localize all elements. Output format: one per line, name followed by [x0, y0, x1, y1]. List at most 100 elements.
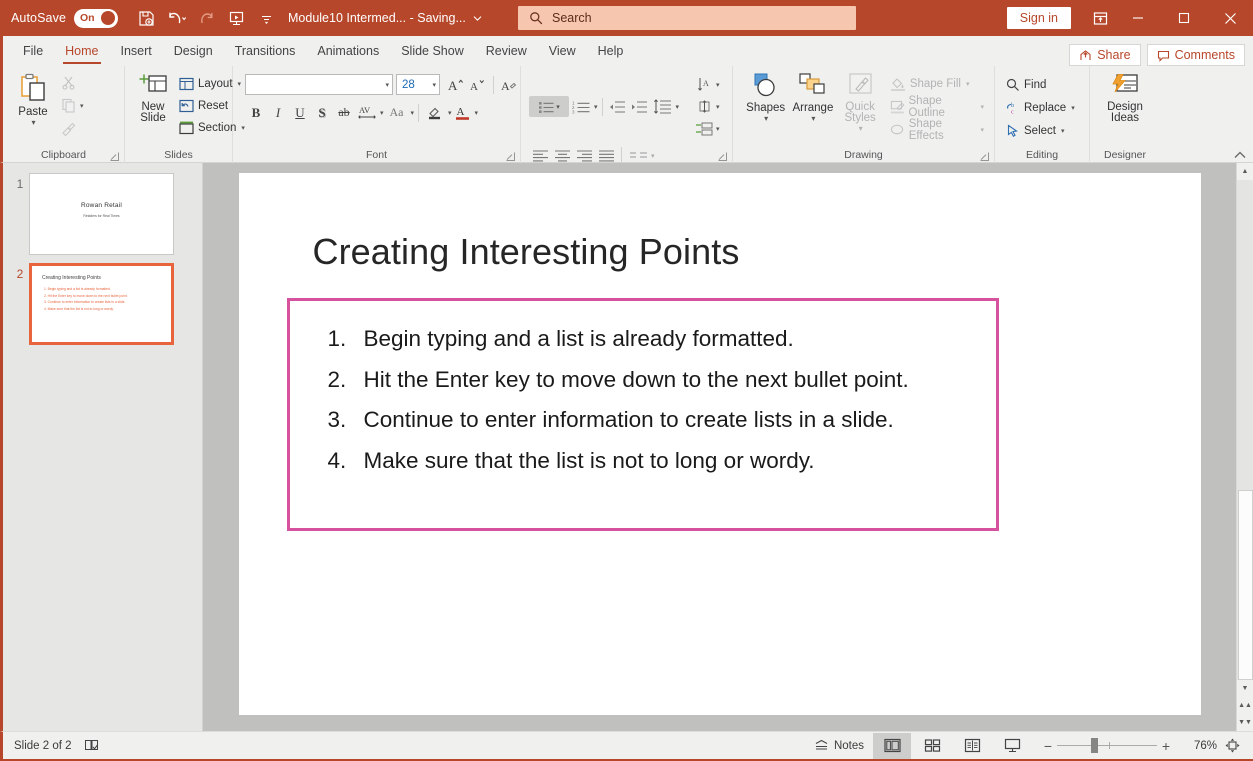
tab-animations[interactable]: Animations	[306, 36, 390, 66]
close-button[interactable]	[1207, 0, 1253, 36]
share-button[interactable]: Share	[1069, 44, 1141, 66]
zoom-slider[interactable]: − +	[1039, 738, 1175, 754]
scrollbar-track[interactable]	[1236, 180, 1253, 680]
paste-dropdown-caret[interactable]: ▾	[31, 118, 35, 127]
increase-indent-button[interactable]	[629, 96, 651, 117]
new-slide-button[interactable]: New Slide	[131, 70, 175, 126]
vertical-scrollbar[interactable]: ▲ ▼ ▲▲ ▼▼	[1236, 163, 1253, 731]
zoom-out-button[interactable]: −	[1039, 738, 1057, 754]
cut-button[interactable]	[57, 72, 79, 93]
shape-effects-button[interactable]: Shape Effects ▾	[886, 118, 988, 142]
slide-thumbnail-2[interactable]: Creating Interesting Points 1. Begin typ…	[29, 263, 174, 345]
underline-button[interactable]: U	[289, 102, 311, 123]
slide-thumbnail-1[interactable]: Rowan Retail Retailers for Real Times	[29, 173, 174, 255]
ribbon-display-options-icon[interactable]	[1085, 3, 1115, 33]
change-case-button[interactable]: Aa ▾	[384, 102, 415, 123]
thumbnail-row-1[interactable]: 1 Rowan Retail Retailers for Real Times	[3, 173, 202, 263]
format-painter-button[interactable]	[57, 118, 79, 139]
font-name-input[interactable]: ▾	[245, 74, 393, 95]
slide-show-view-button[interactable]	[993, 733, 1031, 759]
copy-dropdown-caret[interactable]: ▾	[80, 102, 84, 110]
bullets-button[interactable]: ▾	[529, 96, 569, 117]
design-ideas-button[interactable]: Design Ideas	[1097, 70, 1153, 126]
bold-button[interactable]: B	[245, 102, 267, 123]
start-presentation-icon[interactable]	[222, 5, 250, 31]
zoom-percentage[interactable]: 76%	[1183, 740, 1217, 752]
drawing-dialog-launcher[interactable]	[979, 151, 990, 162]
shape-fill-button[interactable]: Shape Fill ▾	[886, 73, 988, 94]
select-button[interactable]: Select ▾	[1002, 120, 1079, 141]
autosave-toggle[interactable]: On	[74, 8, 119, 28]
text-highlight-color-button[interactable]: ▾	[423, 102, 452, 123]
shape-outline-button[interactable]: Shape Outline ▾	[886, 95, 988, 119]
next-slide-button[interactable]: ▼▼	[1236, 714, 1253, 731]
list-item[interactable]: 3. Continue to enter information to crea…	[328, 408, 996, 432]
tab-insert[interactable]: Insert	[110, 36, 163, 66]
text-direction-button[interactable]: A ▾	[693, 74, 720, 95]
decrease-font-size-button[interactable]: A	[467, 74, 489, 95]
font-size-caret[interactable]: ▾	[432, 81, 436, 89]
redo-icon[interactable]	[192, 5, 220, 31]
shapes-button[interactable]: Shapes ▾	[743, 70, 788, 125]
tab-home[interactable]: Home	[54, 36, 109, 66]
scroll-down-arrow[interactable]: ▼	[1236, 680, 1253, 697]
thumbnail-row-2[interactable]: 2 Creating Interesting Points 1. Begin t…	[3, 263, 202, 353]
scroll-up-arrow[interactable]: ▲	[1236, 163, 1253, 180]
tab-help[interactable]: Help	[587, 36, 635, 66]
slide-title[interactable]: Creating Interesting Points	[313, 231, 740, 273]
font-color-button[interactable]: A ▾	[452, 102, 478, 123]
font-dialog-launcher[interactable]	[505, 151, 516, 162]
accessibility-checker-icon[interactable]	[84, 738, 99, 753]
current-slide[interactable]: Creating Interesting Points 1. Begin typ…	[238, 173, 1201, 715]
convert-to-smartart-button[interactable]: ▾	[693, 118, 720, 139]
text-shadow-button[interactable]: S	[311, 102, 333, 123]
decrease-indent-button[interactable]	[607, 96, 629, 117]
scrollbar-thumb[interactable]	[1237, 490, 1253, 680]
zoom-thumb[interactable]	[1091, 738, 1098, 753]
increase-font-size-button[interactable]: A	[445, 74, 467, 95]
search-input[interactable]: Search	[518, 6, 856, 30]
tab-view[interactable]: View	[538, 36, 587, 66]
copy-button[interactable]	[57, 95, 79, 116]
italic-button[interactable]: I	[267, 102, 289, 123]
notes-button[interactable]: Notes	[807, 733, 871, 759]
strikethrough-button[interactable]: ab	[333, 102, 355, 123]
paste-button[interactable]: Paste ▾	[9, 70, 57, 129]
normal-view-button[interactable]	[873, 732, 911, 759]
fit-slide-to-window-button[interactable]	[1219, 733, 1245, 759]
slide-counter[interactable]: Slide 2 of 2	[14, 740, 72, 752]
zoom-in-button[interactable]: +	[1157, 738, 1175, 754]
character-spacing-button[interactable]: AV ▾	[355, 102, 384, 123]
tab-file[interactable]: File	[12, 36, 54, 66]
tab-review[interactable]: Review	[475, 36, 538, 66]
find-button[interactable]: Find	[1002, 74, 1079, 95]
clear-formatting-button[interactable]: A	[498, 74, 520, 95]
previous-slide-button[interactable]: ▲▲	[1236, 697, 1253, 714]
customize-quick-access-toolbar-icon[interactable]	[252, 5, 280, 31]
maximize-button[interactable]	[1161, 0, 1207, 36]
comments-button[interactable]: Comments	[1146, 44, 1245, 66]
sign-in-button[interactable]: Sign in	[1006, 7, 1071, 29]
slide-editing-area[interactable]: Creating Interesting Points 1. Begin typ…	[203, 163, 1236, 731]
list-item[interactable]: 4. Make sure that the list is not to lon…	[328, 449, 996, 473]
slide-sorter-view-button[interactable]	[913, 733, 951, 759]
list-item[interactable]: 2. Hit the Enter key to move down to the…	[328, 367, 996, 392]
reading-view-button[interactable]	[953, 733, 991, 759]
align-text-button[interactable]: ▾	[693, 96, 720, 117]
tab-design[interactable]: Design	[163, 36, 224, 66]
font-size-input[interactable]: 28 ▾	[396, 74, 440, 95]
undo-icon[interactable]	[162, 5, 190, 31]
slide-content-placeholder[interactable]: 1. Begin typing and a list is already fo…	[286, 298, 999, 531]
save-icon[interactable]	[132, 5, 160, 31]
quick-styles-button[interactable]: Quick Styles ▾	[837, 70, 882, 135]
list-item[interactable]: 1. Begin typing and a list is already fo…	[328, 327, 996, 351]
paragraph-dialog-launcher[interactable]	[717, 151, 728, 162]
tab-slide-show[interactable]: Slide Show	[390, 36, 475, 66]
clipboard-dialog-launcher[interactable]	[109, 151, 120, 162]
arrange-button[interactable]: Arrange ▾	[788, 70, 837, 125]
line-spacing-button[interactable]: ▾	[651, 96, 679, 117]
document-title[interactable]: Module10 Intermed... - Saving...	[288, 11, 482, 25]
replace-button[interactable]: bc Replace ▾	[1002, 97, 1079, 118]
font-name-caret[interactable]: ▾	[385, 81, 389, 89]
collapse-ribbon-button[interactable]	[1233, 150, 1247, 160]
